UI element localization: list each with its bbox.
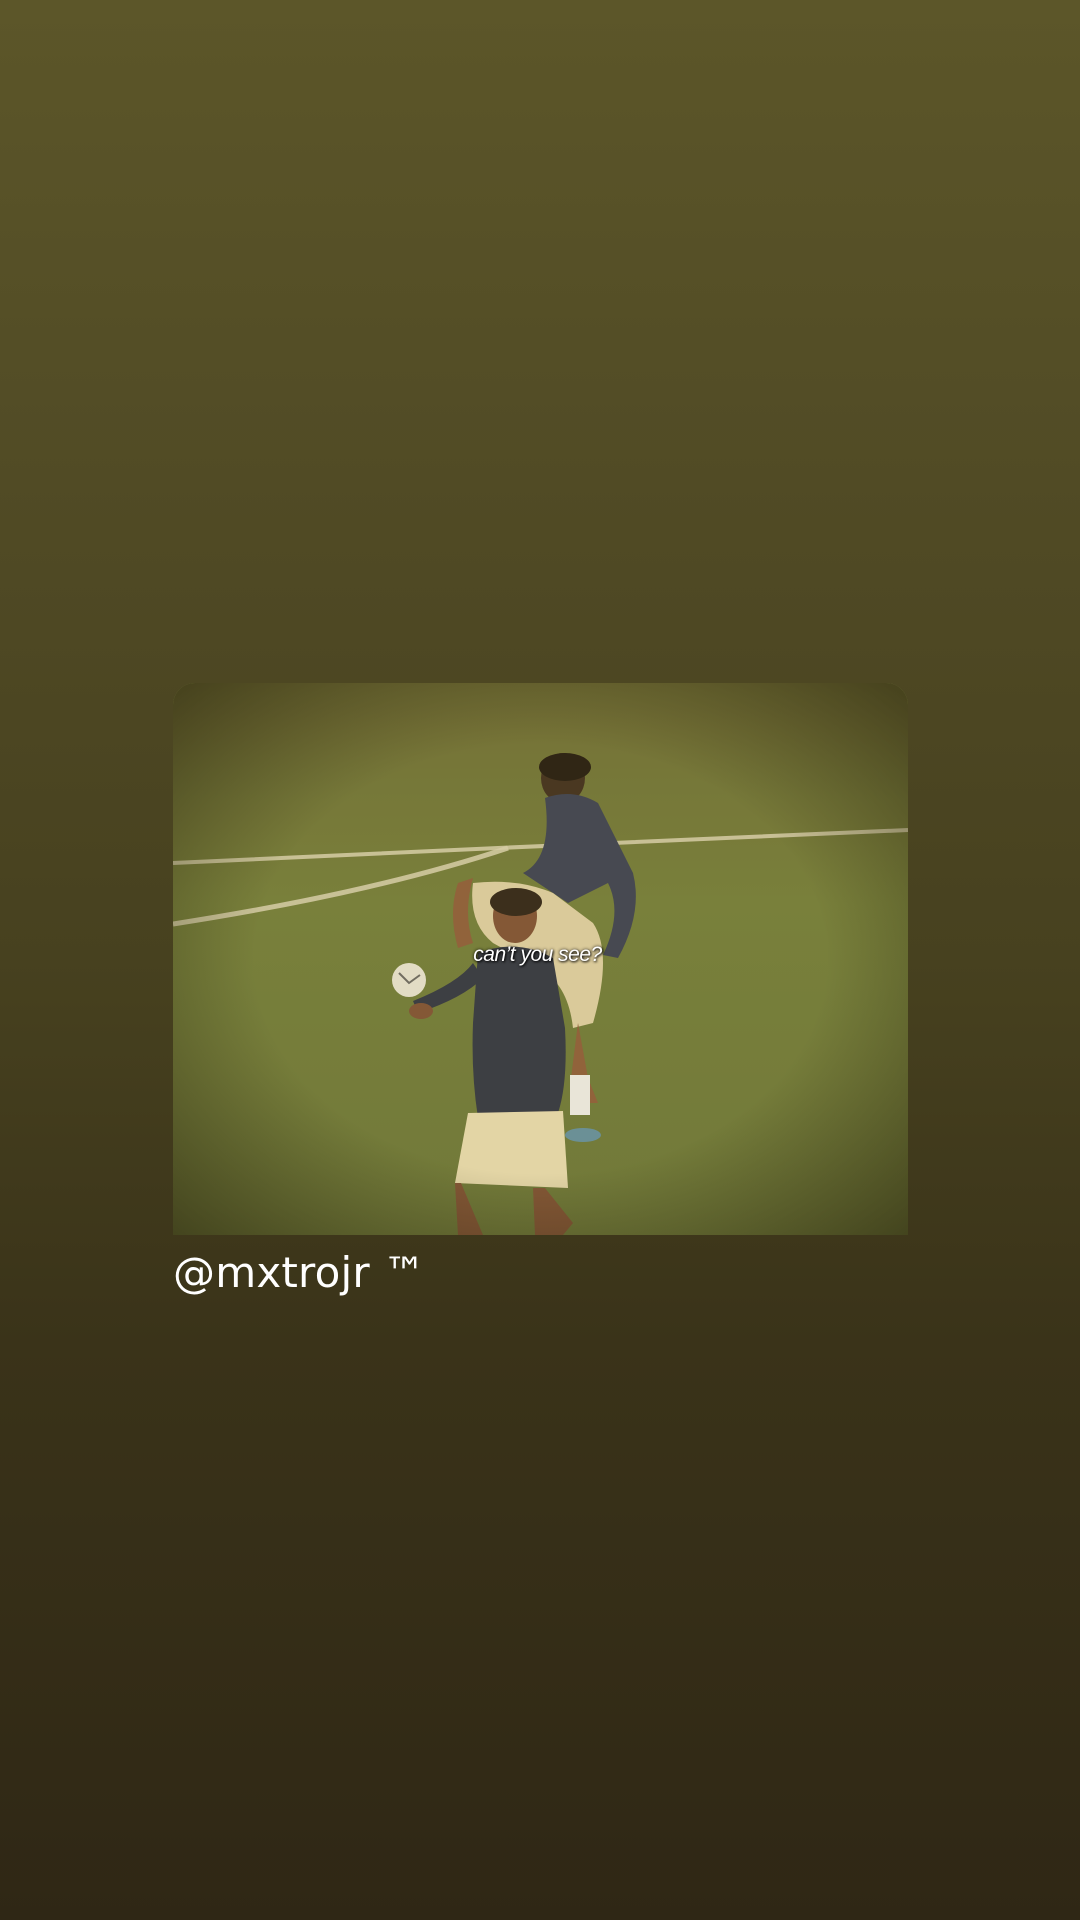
story-screen: can’t you see? @mxtrojr ™ [0,0,1080,1920]
username-mention[interactable]: @mxtrojr ™ [173,1248,426,1297]
video-media[interactable]: can’t you see? [173,683,908,1235]
video-caption: can’t you see? [473,943,602,966]
